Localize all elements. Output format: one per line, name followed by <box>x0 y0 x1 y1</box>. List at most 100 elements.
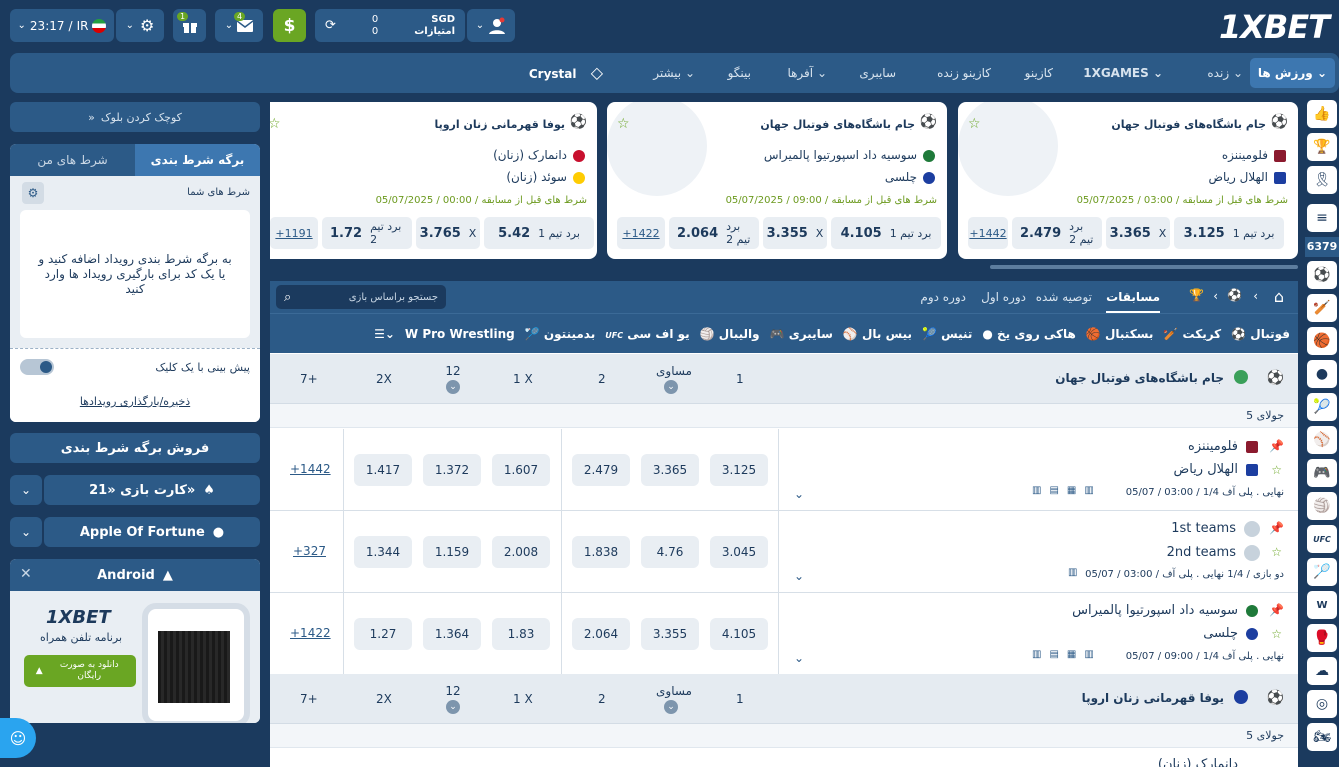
tab-first-half[interactable]: دوره اول <box>981 281 1026 313</box>
sport-football[interactable]: ⚽ فوتبال <box>1231 327 1290 341</box>
match-row[interactable]: 📌 ☆ 1st teams 2nd teams 05/07 / 03:00 / … <box>270 511 1298 593</box>
odd-x[interactable]: 3.765 X <box>416 217 480 249</box>
odd-w2[interactable]: 1.72 برد تیم 2 <box>322 217 412 249</box>
pin-icon[interactable]: 📌 <box>1269 439 1284 453</box>
tab-second-half[interactable]: دوره دوم <box>920 281 966 313</box>
odd-1[interactable]: 3.125 <box>710 454 768 486</box>
star-icon[interactable]: ☆ <box>1271 545 1282 559</box>
nav-live[interactable]: زنده ⌄ <box>1207 53 1243 93</box>
league-header[interactable]: ⚽ جام باشگاه‌های فوتبال جهان 1 مساوی ⌄ 2 … <box>270 354 1298 404</box>
home-icon[interactable]: ⌂ <box>1274 287 1284 306</box>
sport-ufc[interactable]: UFC یو اف سی <box>605 327 689 341</box>
star-icon[interactable]: ☆ <box>1271 463 1282 477</box>
gamepad-icon[interactable]: 🎮 <box>1307 459 1337 487</box>
messages-button[interactable]: ⌄ 4 <box>215 9 263 42</box>
account-button[interactable]: ⌄ <box>467 9 515 42</box>
chevron-down-icon[interactable]: ⌄ <box>10 475 42 505</box>
more-markets-link[interactable]: +1422 <box>290 626 331 640</box>
sport-tennis[interactable]: 🎾 تنیس <box>922 327 972 341</box>
tab-matches[interactable]: مسابقات <box>1106 281 1160 313</box>
basketball-icon[interactable]: 🏀 <box>1307 327 1337 355</box>
odd-1[interactable]: 4.105 <box>710 618 768 650</box>
ribbon-icon[interactable]: 🎗 <box>1307 166 1337 194</box>
wrestling-icon[interactable]: W <box>1307 591 1337 619</box>
list-view-icon[interactable]: ☰⌄ <box>374 327 395 341</box>
odd-1x[interactable]: 1.607 <box>492 454 550 486</box>
cricket-icon[interactable]: 🏏 <box>1307 294 1337 322</box>
search-input[interactable]: جستجو براساس بازی <box>349 292 438 303</box>
steering-icon[interactable]: ◎ <box>1307 690 1337 718</box>
odd-1x[interactable]: 1.83 <box>492 618 550 650</box>
odd-x[interactable]: 4.76 <box>641 536 699 568</box>
deposit-button[interactable]: $ <box>273 9 306 42</box>
card-game-widget[interactable]: ⌄ کارت بازی «21» ♠ <box>10 475 260 505</box>
odd-x[interactable]: 3.365 X <box>1106 217 1170 249</box>
top-match-card[interactable]: ☆ ⚽ یوفا قهرمانی زنان اروپا دانمارک (زنا… <box>270 102 597 259</box>
baseball-icon[interactable]: ⚾ <box>1307 426 1337 454</box>
odd-x[interactable]: 3.365 <box>641 454 699 486</box>
chevron-down-icon[interactable]: ⌄ <box>446 380 460 394</box>
football-icon[interactable]: ⚽ <box>1307 261 1337 289</box>
chevron-down-icon[interactable]: ⌄ <box>446 700 460 714</box>
stadium-icon[interactable]: ▥ <box>1068 567 1077 578</box>
odd-2x[interactable]: 1.344 <box>354 536 412 568</box>
boxing-icon[interactable]: 🥊 <box>1307 624 1337 652</box>
star-icon[interactable]: ☆ <box>1271 627 1282 641</box>
logo[interactable]: 1XBET <box>1219 8 1330 46</box>
odd-2[interactable]: 2.064 <box>572 618 630 650</box>
motorbike-icon[interactable]: 🏍 <box>1307 723 1337 751</box>
badminton-icon[interactable]: 🏸 <box>1307 558 1337 586</box>
nav-cyber[interactable]: سایبری <box>859 53 896 93</box>
volleyball-icon[interactable]: 🏐 <box>1307 492 1337 520</box>
support-chat-button[interactable]: ☺ <box>0 718 36 758</box>
odd-1x[interactable]: 2.008 <box>492 536 550 568</box>
odd-w1[interactable]: 5.42 برد تیم 1 <box>484 217 594 249</box>
nav-casino[interactable]: کازینو <box>1025 53 1053 93</box>
search-box[interactable]: ⌕ جستجو براساس بازی <box>276 285 446 309</box>
odd-x[interactable]: 3.355 <box>641 618 699 650</box>
sport-volleyball[interactable]: 🏐 والیبال <box>700 327 760 341</box>
nav-crystal[interactable]: Crystal ◇ <box>529 53 603 93</box>
odd-w2[interactable]: 2.064 برد تیم 2 <box>669 217 759 249</box>
star-icon[interactable]: ☆ <box>968 116 981 132</box>
chevron-down-icon[interactable]: ⌄ <box>664 700 678 714</box>
trophy-icon[interactable]: 🏆 <box>1189 288 1204 302</box>
chevron-down-icon[interactable]: ⌄ <box>664 380 678 394</box>
balance-widget[interactable]: ⟳ 0 0 SGD امتیازات <box>315 9 465 42</box>
odd-2x[interactable]: 1.417 <box>354 454 412 486</box>
tennis-icon[interactable]: 🎾 <box>1307 393 1337 421</box>
match-row[interactable]: 📌 ☆ سوسیه داد اسپورتیوا پالمیراس چلسی 05… <box>270 593 1298 675</box>
weather-icon[interactable]: ☁ <box>1307 657 1337 685</box>
odd-w2[interactable]: 2.479 برد تیم 2 <box>1012 217 1102 249</box>
nav-1xgames[interactable]: 1XGAMES ⌄ <box>1083 53 1163 93</box>
more-markets-link[interactable]: +1191 <box>270 217 318 249</box>
football-icon[interactable]: ⚽ <box>1227 288 1242 302</box>
nav-bingo[interactable]: بینگو <box>728 53 751 93</box>
top-match-card[interactable]: ☆ ⚽ جام باشگاه‌های فوتبال جهان فلومیننزه… <box>958 102 1298 259</box>
nav-offers[interactable]: آفرها ⌄ <box>787 53 827 93</box>
tab-betslip[interactable]: برگه شرط بندی <box>135 144 260 176</box>
odd-2[interactable]: 1.838 <box>572 536 630 568</box>
nav-live-casino[interactable]: کازینو زنده <box>937 53 991 93</box>
collapse-block-button[interactable]: » کوچک کردن بلوک <box>10 102 260 132</box>
sport-cyber[interactable]: 🎮 سایبری <box>770 327 833 341</box>
more-markets-link[interactable]: +327 <box>293 544 326 558</box>
odd-w1[interactable]: 3.125 برد تیم 1 <box>1174 217 1284 249</box>
time-region-button[interactable]: ⌄ 23:17 / IR <box>10 9 114 42</box>
nav-sports[interactable]: ورزش ها ⌄ <box>1249 58 1335 88</box>
chevron-down-icon[interactable]: ⌄ <box>794 651 804 665</box>
odd-x[interactable]: 3.355 X <box>763 217 827 249</box>
ufc-icon[interactable]: UFC <box>1307 525 1337 553</box>
more-markets-link[interactable]: +1442 <box>968 217 1008 249</box>
odd-12[interactable]: 1.159 <box>423 536 481 568</box>
download-button[interactable]: ▲ دانلود به صورت رایگان <box>24 655 136 687</box>
sport-cricket[interactable]: 🏏 کریکت <box>1163 327 1221 341</box>
refresh-icon[interactable]: ⟳ <box>325 18 336 33</box>
nav-more[interactable]: بیشتر ⌄ <box>653 53 695 93</box>
odd-12[interactable]: 1.364 <box>423 618 481 650</box>
save-load-link[interactable]: ذخیره/بارگذاری رویدادها <box>10 395 260 408</box>
pin-icon[interactable]: 📌 <box>1269 521 1284 535</box>
odd-2x[interactable]: 1.27 <box>354 618 412 650</box>
settings-button[interactable]: ⌄ ⚙ <box>116 9 164 42</box>
hockey-puck-icon[interactable]: ● <box>1307 360 1337 388</box>
